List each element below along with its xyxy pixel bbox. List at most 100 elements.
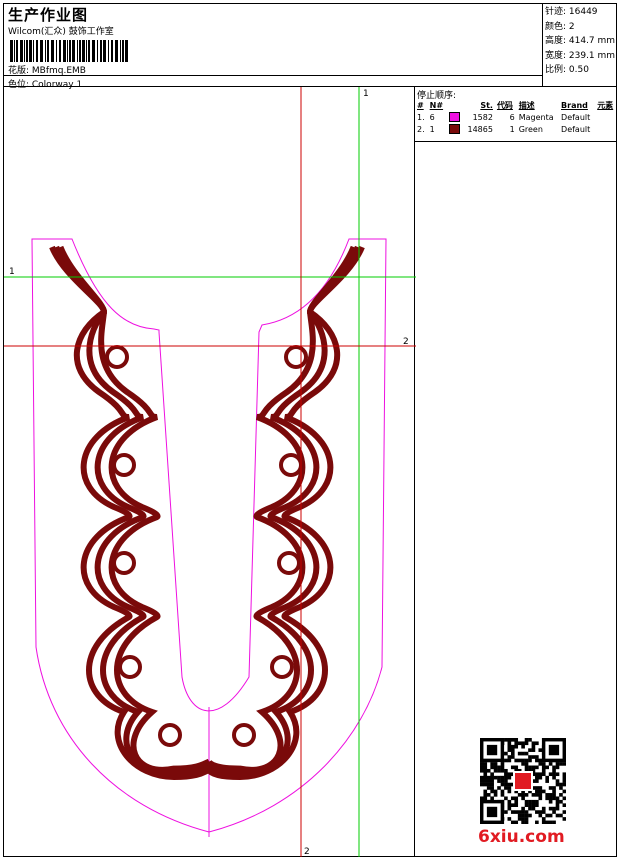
qr-module — [490, 765, 494, 770]
qr-module — [535, 786, 539, 790]
stat-scale: 比例: 0.50 — [545, 65, 589, 75]
qr-module — [500, 789, 505, 794]
barcode-bar — [67, 40, 68, 62]
embroidery-circle — [112, 453, 136, 477]
qr-module — [521, 810, 525, 814]
qr-module — [559, 786, 563, 790]
qr-module — [521, 744, 525, 749]
qr-module — [514, 810, 519, 814]
qr-module — [521, 796, 525, 801]
studio-subtitle: Wilcom(汇众) 鼓饰工作室 — [8, 27, 114, 37]
qr-module — [528, 806, 532, 811]
qr-module — [500, 779, 505, 783]
qr-module — [528, 748, 532, 752]
qr-module — [535, 799, 539, 804]
qr-module — [517, 793, 522, 797]
qr-module — [531, 806, 536, 811]
qr-module — [552, 765, 556, 770]
qr-module — [514, 799, 519, 804]
qr-module — [562, 775, 566, 780]
qr-module — [555, 806, 560, 811]
qr-finder-core — [486, 744, 498, 756]
qr-module — [480, 779, 484, 783]
qr-module — [490, 789, 494, 794]
table-row[interactable]: 2. 1 14865 1 Green Default — [415, 123, 617, 135]
col-stitches: St. — [480, 101, 493, 110]
row-stitches: 14865 — [467, 124, 493, 134]
barcode-bar — [10, 40, 13, 62]
qr-module — [483, 775, 488, 780]
barcode-bar — [69, 40, 71, 62]
qr-module — [510, 810, 515, 814]
table-row[interactable]: 1. 6 1582 6 Magenta Default — [415, 111, 617, 123]
barcode-bar — [88, 40, 90, 62]
qr-module — [545, 796, 549, 801]
barcode-bar — [111, 40, 113, 62]
qr-module — [504, 775, 508, 780]
qr-module — [521, 817, 525, 821]
qr-module — [486, 775, 491, 780]
qr-module — [521, 820, 525, 824]
qr-module — [531, 803, 536, 807]
qr-module — [514, 741, 519, 746]
qr-module — [555, 796, 560, 801]
row-code: 1 — [509, 124, 515, 134]
barcode-bar — [36, 40, 38, 62]
qr-module — [493, 789, 498, 794]
stat-colors: 颜色: 2 — [545, 21, 575, 32]
barcode-bar — [97, 40, 98, 62]
qr-module — [535, 793, 539, 797]
qr-module — [528, 813, 532, 818]
qr-module — [504, 768, 508, 773]
col-swatch — [447, 100, 463, 111]
design-canvas[interactable]: 1 2 1 2 — [3, 87, 416, 857]
color-swatch — [448, 112, 460, 122]
qr-module — [504, 796, 508, 801]
qr-module — [514, 820, 519, 824]
qr-module — [504, 738, 508, 742]
qr-module — [497, 775, 501, 780]
embroidery-band-right-2 — [206, 245, 361, 777]
qr-module — [483, 772, 488, 777]
barcode-bar — [115, 40, 118, 62]
qr-module — [562, 817, 566, 821]
qr-module — [507, 806, 512, 811]
barcode-bar — [100, 40, 102, 62]
qr-module — [480, 765, 484, 770]
qr-module — [490, 779, 494, 783]
qr-module — [531, 748, 536, 752]
qr-finder-core — [486, 806, 498, 818]
qr-module — [500, 762, 505, 766]
qr-module — [507, 748, 512, 752]
qr-module — [531, 799, 536, 804]
qr-module — [552, 768, 556, 773]
qr-module — [510, 765, 515, 770]
qr-module — [480, 762, 484, 766]
row-desc: Green — [518, 124, 543, 134]
qr-module — [521, 758, 525, 763]
embroidery-circle — [284, 345, 308, 369]
qr-module — [528, 738, 532, 742]
guide-label-v1: 1 — [363, 89, 369, 99]
qr-module — [555, 765, 560, 770]
qr-module — [510, 803, 515, 807]
qr-module — [507, 789, 512, 794]
qr-module — [562, 779, 566, 783]
qr-module — [528, 755, 532, 759]
qr-module — [528, 765, 532, 770]
row-desc: Magenta — [518, 112, 554, 122]
qr-module — [531, 744, 536, 749]
qr-module — [514, 744, 519, 749]
qr-module — [483, 762, 488, 766]
qr-module — [535, 758, 539, 763]
qr-module — [493, 775, 498, 780]
qr-module — [552, 775, 556, 780]
qr-module — [507, 782, 512, 787]
qr-module — [510, 820, 515, 824]
barcode-bar — [103, 40, 106, 62]
qr-module — [555, 782, 560, 787]
qr-module — [548, 799, 553, 804]
row-brand: Default — [561, 124, 591, 134]
qr-module — [493, 765, 498, 770]
qr-module — [552, 786, 556, 790]
